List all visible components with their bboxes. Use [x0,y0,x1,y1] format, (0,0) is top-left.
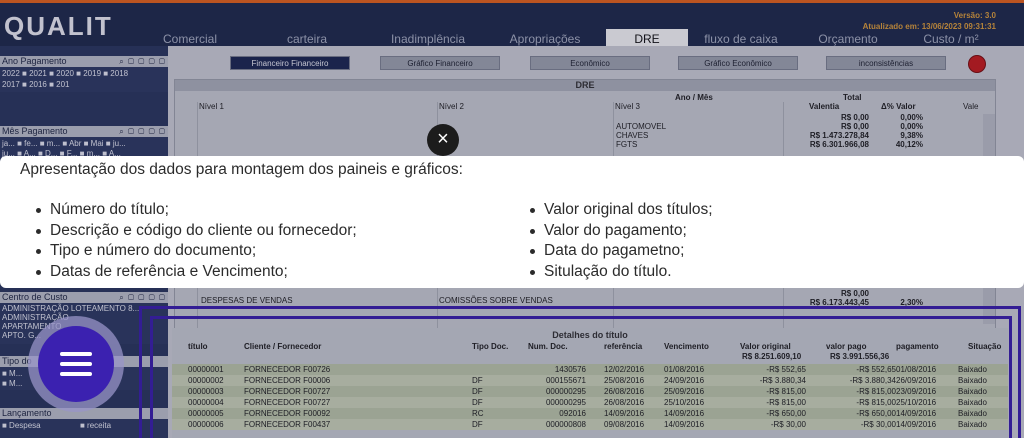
tooltip-item: Número do título; [32,200,357,221]
hamburger-icon [38,326,114,402]
hamburger-bar [60,372,92,376]
tooltip-item: Valor original dos títulos; [526,200,713,221]
menu-button[interactable] [28,316,124,412]
hamburger-bar [60,362,92,366]
tooltip-list-left: Número do título; Descrição e código do … [32,200,357,282]
tooltip-item: Descrição e código do cliente ou fornece… [32,221,357,242]
tooltip-item: Tipo e número do documento; [32,241,357,262]
info-tooltip: Apresentação dos dados para montagem dos… [0,156,1024,288]
tooltip-item: Situlação do título. [526,262,713,283]
hamburger-bar [60,352,92,356]
tooltip-item: Data do pagametno; [526,241,713,262]
close-icon[interactable]: × [427,124,459,156]
tooltip-list-right: Valor original dos títulos; Valor do pag… [526,200,713,282]
tooltip-item: Valor do pagamento; [526,221,713,242]
tooltip-item: Datas de referência e Vencimento; [32,262,357,283]
tooltip-title: Apresentação dos dados para montagem dos… [20,161,463,178]
